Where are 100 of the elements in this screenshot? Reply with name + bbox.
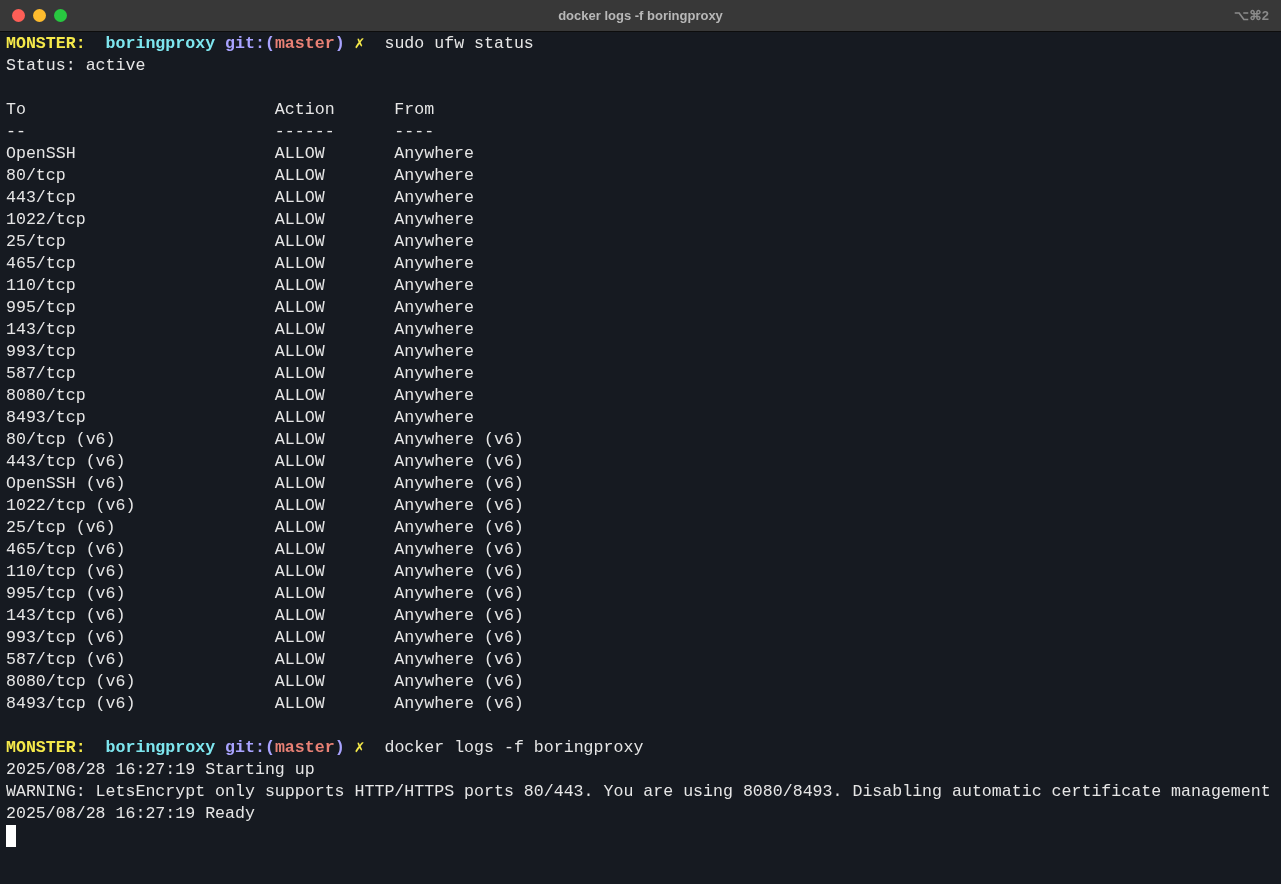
table-cell-text: 143/tcp <box>6 319 77 341</box>
column-header: Action <box>274 99 336 121</box>
table-cell-text: 1022/tcp (v6) <box>6 495 137 517</box>
output-line: WARNING: LetsEncrypt only supports HTTP/HTTPS ports 80/443. You are using 8080/8493. Disabling automatic certificate management <box>6 781 1271 803</box>
table-cell-text: 443/tcp <box>6 187 77 209</box>
table-cell-text: 143/tcp (v6) <box>6 605 127 627</box>
git-prefix: git:( <box>225 737 275 759</box>
table-cell-text: Anywhere (v6) <box>394 429 525 451</box>
table-cell-text: Anywhere <box>394 407 475 429</box>
column-header: From <box>394 99 436 121</box>
table-cell-text: Anywhere (v6) <box>394 495 525 517</box>
table-cell-text: Anywhere (v6) <box>394 583 525 605</box>
table-cell-text: ALLOW <box>274 165 326 187</box>
command-text: sudo ufw status <box>384 33 534 55</box>
table-cell-text: 1022/tcp <box>6 209 87 231</box>
table-cell-text: Anywhere <box>394 319 475 341</box>
table-cell-text: ALLOW <box>274 451 326 473</box>
output-line: 2025/08/28 16:27:19 Ready <box>6 803 255 825</box>
prompt-directory: boringproxy <box>105 737 216 759</box>
table-cell-text: ALLOW <box>274 693 326 715</box>
table-cell-text: 110/tcp <box>6 275 77 297</box>
git-suffix: ) <box>334 737 345 759</box>
table-cell-text: Anywhere (v6) <box>394 649 525 671</box>
table-cell-text: 110/tcp (v6) <box>6 561 127 583</box>
table-cell-text: 587/tcp <box>6 363 77 385</box>
table-cell-text: ALLOW <box>274 275 326 297</box>
table-cell-text: Anywhere <box>394 231 475 253</box>
table-cell-text: Anywhere (v6) <box>394 517 525 539</box>
window-title: docker logs -f boringproxy <box>558 8 723 23</box>
table-cell-text: ALLOW <box>274 671 326 693</box>
table-cell-text: Anywhere (v6) <box>394 539 525 561</box>
table-cell-text: ALLOW <box>274 649 326 671</box>
table-cell-text: ALLOW <box>274 385 326 407</box>
table-cell-text: 993/tcp (v6) <box>6 627 127 649</box>
table-cell-text: 587/tcp (v6) <box>6 649 127 671</box>
table-cell-text: Anywhere (v6) <box>394 693 525 715</box>
table-cell-text: ALLOW <box>274 363 326 385</box>
minimize-button[interactable] <box>33 9 46 22</box>
table-cell-text: ALLOW <box>274 627 326 649</box>
table-cell-text: Anywhere (v6) <box>394 627 525 649</box>
table-cell-text: ALLOW <box>274 297 326 319</box>
table-cell-text: ALLOW <box>274 231 326 253</box>
table-cell-text: 443/tcp (v6) <box>6 451 127 473</box>
zoom-button[interactable] <box>54 9 67 22</box>
table-cell-text: ALLOW <box>274 605 326 627</box>
table-cell-text: 80/tcp (v6) <box>6 429 117 451</box>
prompt-directory: boringproxy <box>105 33 216 55</box>
table-cell-text: OpenSSH (v6) <box>6 473 127 495</box>
prompt-host: MONSTER: <box>6 33 86 55</box>
dirty-mark: ✗ <box>354 737 365 759</box>
table-cell-text: 465/tcp (v6) <box>6 539 127 561</box>
table-cell-text: Anywhere <box>394 187 475 209</box>
table-cell-text: ALLOW <box>274 341 326 363</box>
table-cell-text: ALLOW <box>274 319 326 341</box>
table-cell-text: ALLOW <box>274 429 326 451</box>
table-cell-text: 8080/tcp <box>6 385 87 407</box>
table-cell-text: 995/tcp <box>6 297 77 319</box>
table-cell-text: 25/tcp (v6) <box>6 517 117 539</box>
table-cell-text: ALLOW <box>274 561 326 583</box>
table-cell-text: Anywhere <box>394 297 475 319</box>
column-header: To <box>6 99 27 121</box>
table-cell-text: Anywhere (v6) <box>394 561 525 583</box>
table-cell-text: 80/tcp <box>6 165 67 187</box>
dirty-mark: ✗ <box>354 33 365 55</box>
table-cell-text: 993/tcp <box>6 341 77 363</box>
output-line: Status: active <box>6 55 146 77</box>
header-rule: ------ <box>274 121 336 143</box>
table-cell-text: Anywhere <box>394 275 475 297</box>
git-branch: master <box>274 737 335 759</box>
table-cell-text: 25/tcp <box>6 231 67 253</box>
git-prefix: git:( <box>225 33 275 55</box>
git-branch: master <box>274 33 335 55</box>
table-cell-text: 995/tcp (v6) <box>6 583 127 605</box>
table-cell-text: ALLOW <box>274 473 326 495</box>
table-cell-text: OpenSSH <box>6 143 77 165</box>
table-cell-text: Anywhere (v6) <box>394 671 525 693</box>
table-cell-text: ALLOW <box>274 187 326 209</box>
table-cell-text: Anywhere <box>394 143 475 165</box>
close-button[interactable] <box>12 9 25 22</box>
table-cell-text: Anywhere (v6) <box>394 451 525 473</box>
table-cell-text: Anywhere <box>394 363 475 385</box>
table-cell-text: Anywhere <box>394 253 475 275</box>
table-cell-text: ALLOW <box>274 517 326 539</box>
header-rule: ---- <box>394 121 436 143</box>
table-cell-text: ALLOW <box>274 253 326 275</box>
table-cell-text: 8080/tcp (v6) <box>6 671 137 693</box>
table-cell-text: ALLOW <box>274 539 326 561</box>
table-cell-text: ALLOW <box>274 495 326 517</box>
table-cell-text: Anywhere <box>394 385 475 407</box>
table-cell-text: Anywhere <box>394 209 475 231</box>
git-suffix: ) <box>334 33 345 55</box>
table-cell-text: 8493/tcp <box>6 407 87 429</box>
table-cell-text: Anywhere (v6) <box>394 605 525 627</box>
table-cell-text: ALLOW <box>274 407 326 429</box>
table-cell-text: ALLOW <box>274 209 326 231</box>
table-cell-text: ALLOW <box>274 583 326 605</box>
command-text: docker logs -f boringproxy <box>384 737 644 759</box>
output-line: 2025/08/28 16:27:19 Starting up <box>6 759 315 781</box>
table-cell-text: 8493/tcp (v6) <box>6 693 137 715</box>
table-cell-text: Anywhere <box>394 341 475 363</box>
